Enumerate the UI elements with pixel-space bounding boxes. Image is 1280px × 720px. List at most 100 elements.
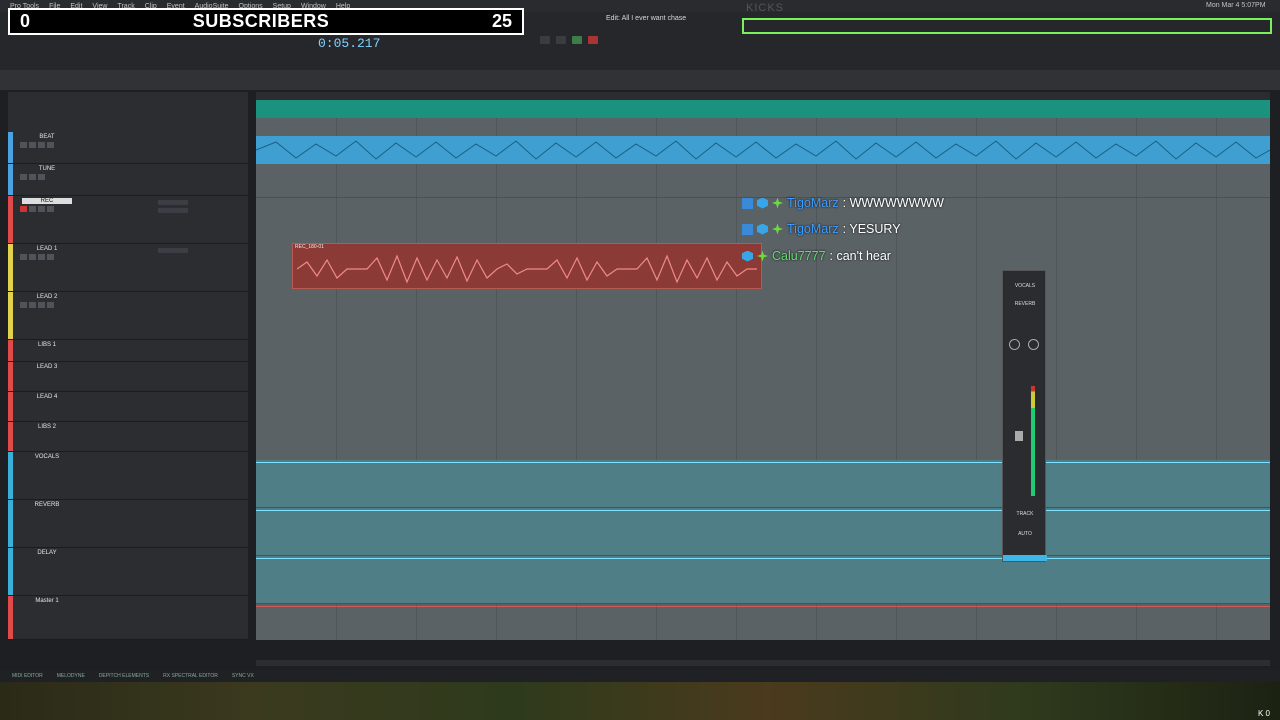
track-name[interactable]: REVERB	[22, 502, 72, 508]
badge-icon	[742, 250, 753, 262]
insert-slot[interactable]	[158, 200, 188, 205]
track-color-strip	[8, 422, 13, 451]
menubar-clock: Mon Mar 4 5:07PM	[1206, 2, 1266, 9]
chat-username: TigoMarz	[787, 222, 839, 236]
corner-counter: K 0	[1257, 709, 1270, 718]
strip-track-label: TRACK	[1016, 511, 1034, 517]
edit-window-title: Edit: All I ever want chase	[606, 15, 687, 22]
track-color-strip	[8, 244, 13, 291]
main-counter[interactable]: 0:05.217	[318, 36, 380, 51]
desktop-background	[0, 682, 1280, 720]
track-header-lead-2[interactable]: LEAD 2	[8, 292, 248, 340]
track-buttons[interactable]	[20, 254, 54, 260]
master-volume-line[interactable]	[256, 606, 1270, 607]
track-header-libs-1[interactable]: LIBS 1	[8, 340, 248, 362]
track-name[interactable]: VOCALS	[22, 454, 72, 460]
track-name[interactable]: BEAT	[22, 134, 72, 140]
vocals-channel-strip[interactable]: VOCALS REVERB TRACK AUTO	[1002, 270, 1047, 562]
insert-slot[interactable]	[158, 208, 188, 213]
chat-message: TigoMarz : YESURY	[742, 222, 901, 236]
track-header-rec[interactable]: REC	[8, 196, 248, 244]
track-header-libs-2[interactable]: LIBS 2	[8, 422, 248, 452]
badge-icon	[742, 197, 753, 209]
strip-auto-label[interactable]: AUTO	[1003, 531, 1047, 537]
track-name[interactable]: REC	[22, 198, 72, 204]
track-header-lead-3[interactable]: LEAD 3	[8, 362, 248, 392]
mix-panel: BEAT TUNE REC LEAD 1 LEAD 2 LIBS 1 LEAD …	[8, 92, 248, 640]
overlay-title: SUBSCRIBERS	[192, 11, 330, 31]
strip-color-bar	[1003, 555, 1047, 561]
track-header-lead-1[interactable]: LEAD 1	[8, 244, 248, 292]
vocals-lane[interactable]	[256, 460, 1270, 508]
transport-buttons	[540, 36, 598, 44]
play-button[interactable]	[572, 36, 582, 44]
track-header-vocals[interactable]: VOCALS	[8, 452, 248, 500]
bottom-tab-bar: MIDI EDITOR MELODYNE DEPITCH ELEMENTS RX…	[0, 670, 1280, 682]
tab-rx-spectral-editor[interactable]: RX SPECTRAL EDITOR	[163, 673, 218, 679]
tab-depitch-elements[interactable]: DEPITCH ELEMENTS	[99, 673, 149, 679]
reverb-lane[interactable]	[256, 508, 1270, 556]
badge-icon	[757, 223, 768, 235]
stop-button[interactable]	[556, 36, 566, 44]
track-name[interactable]: TUNE	[22, 166, 72, 172]
track-name[interactable]: Master 1	[22, 598, 72, 604]
tempo-ruler[interactable]	[256, 100, 1270, 118]
clip-label: REC_180-01	[295, 244, 324, 250]
strip-send[interactable]: REVERB	[1003, 301, 1047, 307]
record-button[interactable]	[588, 36, 598, 44]
chat-username: Calu7777	[772, 249, 826, 263]
track-buttons[interactable]	[20, 302, 54, 308]
badge-icon	[757, 197, 768, 209]
pan-left-knob[interactable]	[1009, 339, 1020, 350]
track-name[interactable]: LEAD 1	[22, 246, 72, 252]
insert-slot[interactable]	[158, 248, 188, 253]
volume-line[interactable]	[256, 510, 1270, 511]
track-buttons[interactable]	[20, 206, 54, 212]
tab-midi-editor[interactable]: MIDI EDITOR	[12, 673, 43, 679]
chat-message: Calu7777 : can't hear	[742, 249, 891, 263]
track-header-master[interactable]: Master 1	[8, 596, 248, 640]
track-header-delay[interactable]: DELAY	[8, 548, 248, 596]
track-color-strip	[8, 392, 13, 421]
track-name[interactable]: LEAD 2	[22, 294, 72, 300]
track-buttons[interactable]	[20, 142, 54, 148]
track-name[interactable]: LEAD 4	[22, 394, 72, 400]
toolbar-strip	[0, 70, 1280, 90]
delay-lane[interactable]	[256, 556, 1270, 604]
rec-audio-clip[interactable]: REC_180-01	[292, 243, 762, 289]
badge-icon	[772, 197, 783, 209]
loop-button[interactable]	[540, 36, 550, 44]
beat-audio-clip[interactable]	[255, 136, 1271, 164]
track-color-strip	[8, 596, 13, 639]
chat-username: TigoMarz	[787, 196, 839, 210]
track-buttons[interactable]	[20, 174, 45, 180]
volume-line[interactable]	[256, 558, 1270, 559]
track-color-strip	[8, 340, 13, 361]
highlight-box	[742, 18, 1272, 34]
tune-lane[interactable]	[256, 164, 1270, 198]
track-name[interactable]: DELAY	[22, 550, 72, 556]
beat-waveform	[255, 140, 1271, 160]
rec-waveform	[297, 254, 757, 284]
chat-text: : can't hear	[829, 249, 891, 263]
track-header-reverb[interactable]: REVERB	[8, 500, 248, 548]
horizontal-scrollbar[interactable]	[256, 660, 1270, 666]
tab-sync-vx[interactable]: SYNC VX	[232, 673, 254, 679]
track-color-strip	[8, 500, 13, 547]
track-color-strip	[8, 362, 13, 391]
track-header-lead-4[interactable]: LEAD 4	[8, 392, 248, 422]
pan-right-knob[interactable]	[1028, 339, 1039, 350]
track-name[interactable]: LIBS 2	[22, 424, 72, 430]
tab-melodyne[interactable]: MELODYNE	[57, 673, 85, 679]
badge-icon	[772, 223, 783, 235]
track-header-beat[interactable]: BEAT	[8, 132, 248, 164]
track-name[interactable]: LIBS 1	[22, 342, 72, 348]
badge-icon	[757, 250, 768, 262]
volume-line[interactable]	[256, 462, 1270, 463]
track-header-tune[interactable]: TUNE	[8, 164, 248, 196]
track-color-strip	[8, 196, 13, 243]
timeline-ruler[interactable]	[256, 92, 1270, 100]
track-name[interactable]: LEAD 3	[22, 364, 72, 370]
strip-name: VOCALS	[1014, 283, 1036, 289]
volume-fader[interactable]	[1015, 431, 1023, 441]
